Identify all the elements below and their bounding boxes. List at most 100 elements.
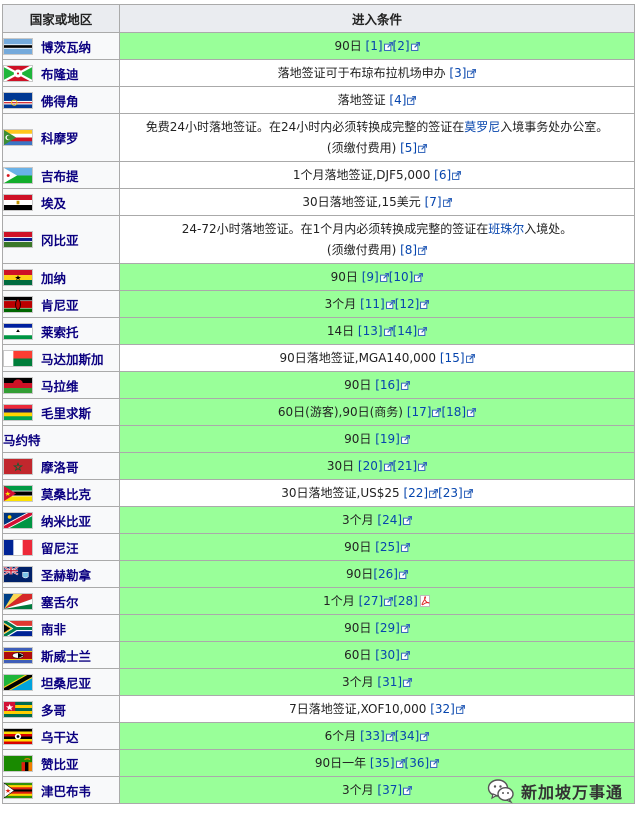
- country-cell[interactable]: 马达加斯加: [2, 344, 120, 372]
- country-cell[interactable]: 南非: [2, 614, 120, 642]
- country-cell[interactable]: 马拉维: [2, 371, 120, 399]
- reference-link[interactable]: [11]: [360, 297, 395, 311]
- reference-link[interactable]: [34]: [395, 729, 430, 743]
- country-cell[interactable]: 赞比亚: [2, 749, 120, 777]
- country-name[interactable]: 埃及: [41, 196, 66, 211]
- reference-link[interactable]: [23]: [438, 486, 473, 500]
- reference-label[interactable]: [24]: [377, 513, 402, 527]
- reference-link[interactable]: [16]: [375, 378, 410, 392]
- country-cell[interactable]: 佛得角: [2, 86, 120, 114]
- country-cell[interactable]: 毛里求斯: [2, 398, 120, 426]
- country-name[interactable]: 坦桑尼亚: [41, 676, 91, 691]
- reference-label[interactable]: [1]: [366, 39, 383, 53]
- country-cell[interactable]: 肯尼亚: [2, 290, 120, 318]
- reference-link[interactable]: [9]: [362, 270, 389, 284]
- country-name[interactable]: 马达加斯加: [41, 352, 104, 367]
- reference-label[interactable]: [29]: [375, 621, 400, 635]
- country-name[interactable]: 摩洛哥: [41, 460, 79, 475]
- reference-label[interactable]: [6]: [434, 168, 451, 182]
- reference-label[interactable]: [33]: [360, 729, 385, 743]
- country-cell[interactable]: 坦桑尼亚: [2, 668, 120, 696]
- reference-label[interactable]: [23]: [438, 486, 463, 500]
- country-name[interactable]: 纳米比亚: [41, 514, 91, 529]
- reference-link[interactable]: [1]: [366, 39, 393, 53]
- country-cell[interactable]: 莫桑比克: [2, 479, 120, 507]
- place-link[interactable]: 班珠尔: [488, 222, 524, 236]
- reference-label[interactable]: [34]: [395, 729, 420, 743]
- reference-label[interactable]: [5]: [400, 141, 417, 155]
- country-name[interactable]: 莱索托: [41, 325, 79, 340]
- reference-label[interactable]: [35]: [370, 756, 395, 770]
- country-name[interactable]: 科摩罗: [41, 131, 79, 146]
- reference-label[interactable]: [8]: [400, 243, 417, 257]
- reference-link[interactable]: [5]: [400, 141, 428, 155]
- country-name[interactable]: 马拉维: [41, 379, 79, 394]
- reference-link[interactable]: [7]: [425, 195, 452, 209]
- country-name[interactable]: 加纳: [41, 271, 66, 286]
- reference-link[interactable]: [27]: [359, 594, 394, 608]
- reference-label[interactable]: [37]: [377, 783, 402, 797]
- reference-link[interactable]: [22]: [403, 486, 439, 500]
- reference-label[interactable]: [30]: [375, 648, 400, 662]
- reference-label[interactable]: [2]: [393, 39, 410, 53]
- country-name[interactable]: 塞舌尔: [41, 595, 79, 610]
- country-name[interactable]: 乌干达: [41, 730, 79, 745]
- reference-link[interactable]: [35]: [370, 756, 405, 770]
- reference-link[interactable]: [20]: [358, 459, 393, 473]
- country-name[interactable]: 赞比亚: [41, 757, 79, 772]
- reference-label[interactable]: [25]: [375, 540, 400, 554]
- reference-label[interactable]: [4]: [389, 93, 406, 107]
- country-cell[interactable]: 冈比亚: [2, 215, 120, 264]
- reference-label[interactable]: [28]: [393, 594, 418, 608]
- country-name[interactable]: 留尼汪: [41, 541, 79, 556]
- country-name[interactable]: 多哥: [41, 703, 66, 718]
- country-name[interactable]: 斯威士兰: [41, 649, 91, 664]
- reference-link[interactable]: [25]: [375, 540, 410, 554]
- reference-link[interactable]: [2]: [393, 39, 420, 53]
- country-cell[interactable]: 摩洛哥: [2, 452, 120, 480]
- reference-link[interactable]: [15]: [440, 351, 475, 365]
- country-cell[interactable]: 布隆迪: [2, 59, 120, 87]
- reference-link[interactable]: [30]: [375, 648, 410, 662]
- reference-label[interactable]: [27]: [359, 594, 384, 608]
- reference-link[interactable]: [3]: [449, 66, 477, 80]
- country-cell[interactable]: 塞舌尔: [2, 587, 120, 615]
- reference-label[interactable]: [13]: [358, 324, 383, 338]
- reference-label[interactable]: [31]: [377, 675, 402, 689]
- reference-link[interactable]: [12]: [395, 297, 430, 311]
- country-cell[interactable]: 纳米比亚: [2, 506, 120, 534]
- reference-link[interactable]: [17]: [407, 405, 442, 419]
- reference-label[interactable]: [10]: [389, 270, 414, 284]
- reference-label[interactable]: [7]: [425, 195, 442, 209]
- reference-label[interactable]: [11]: [360, 297, 385, 311]
- reference-label[interactable]: [15]: [440, 351, 465, 365]
- reference-label[interactable]: [26]: [373, 567, 398, 581]
- reference-link[interactable]: [8]: [400, 243, 428, 257]
- reference-link[interactable]: [31]: [377, 675, 413, 689]
- reference-link[interactable]: [13]: [358, 324, 393, 338]
- country-cell[interactable]: 科摩罗: [2, 113, 120, 162]
- country-cell[interactable]: 留尼汪: [2, 533, 120, 561]
- country-name[interactable]: 莫桑比克: [41, 487, 91, 502]
- country-name[interactable]: 津巴布韦: [41, 784, 91, 799]
- reference-label[interactable]: [32]: [430, 702, 455, 716]
- reference-link[interactable]: [21]: [393, 459, 428, 473]
- reference-link[interactable]: [19]: [375, 432, 410, 446]
- country-cell[interactable]: 斯威士兰: [2, 641, 120, 669]
- country-name[interactable]: 圣赫勒拿: [41, 568, 91, 583]
- country-name[interactable]: 南非: [41, 622, 66, 637]
- reference-link[interactable]: [26]: [373, 567, 408, 581]
- reference-label[interactable]: [12]: [395, 297, 420, 311]
- country-cell[interactable]: 多哥: [2, 695, 120, 723]
- reference-link[interactable]: [4]: [389, 93, 417, 107]
- country-cell[interactable]: 博茨瓦纳: [2, 32, 120, 60]
- reference-label[interactable]: [19]: [375, 432, 400, 446]
- reference-link[interactable]: [37]: [377, 783, 413, 797]
- reference-label[interactable]: [20]: [358, 459, 383, 473]
- reference-label[interactable]: [16]: [375, 378, 400, 392]
- reference-label[interactable]: [14]: [393, 324, 418, 338]
- reference-label[interactable]: [36]: [405, 756, 430, 770]
- country-cell[interactable]: 乌干达: [2, 722, 120, 750]
- reference-link[interactable]: [14]: [393, 324, 428, 338]
- reference-link[interactable]: [24]: [377, 513, 413, 527]
